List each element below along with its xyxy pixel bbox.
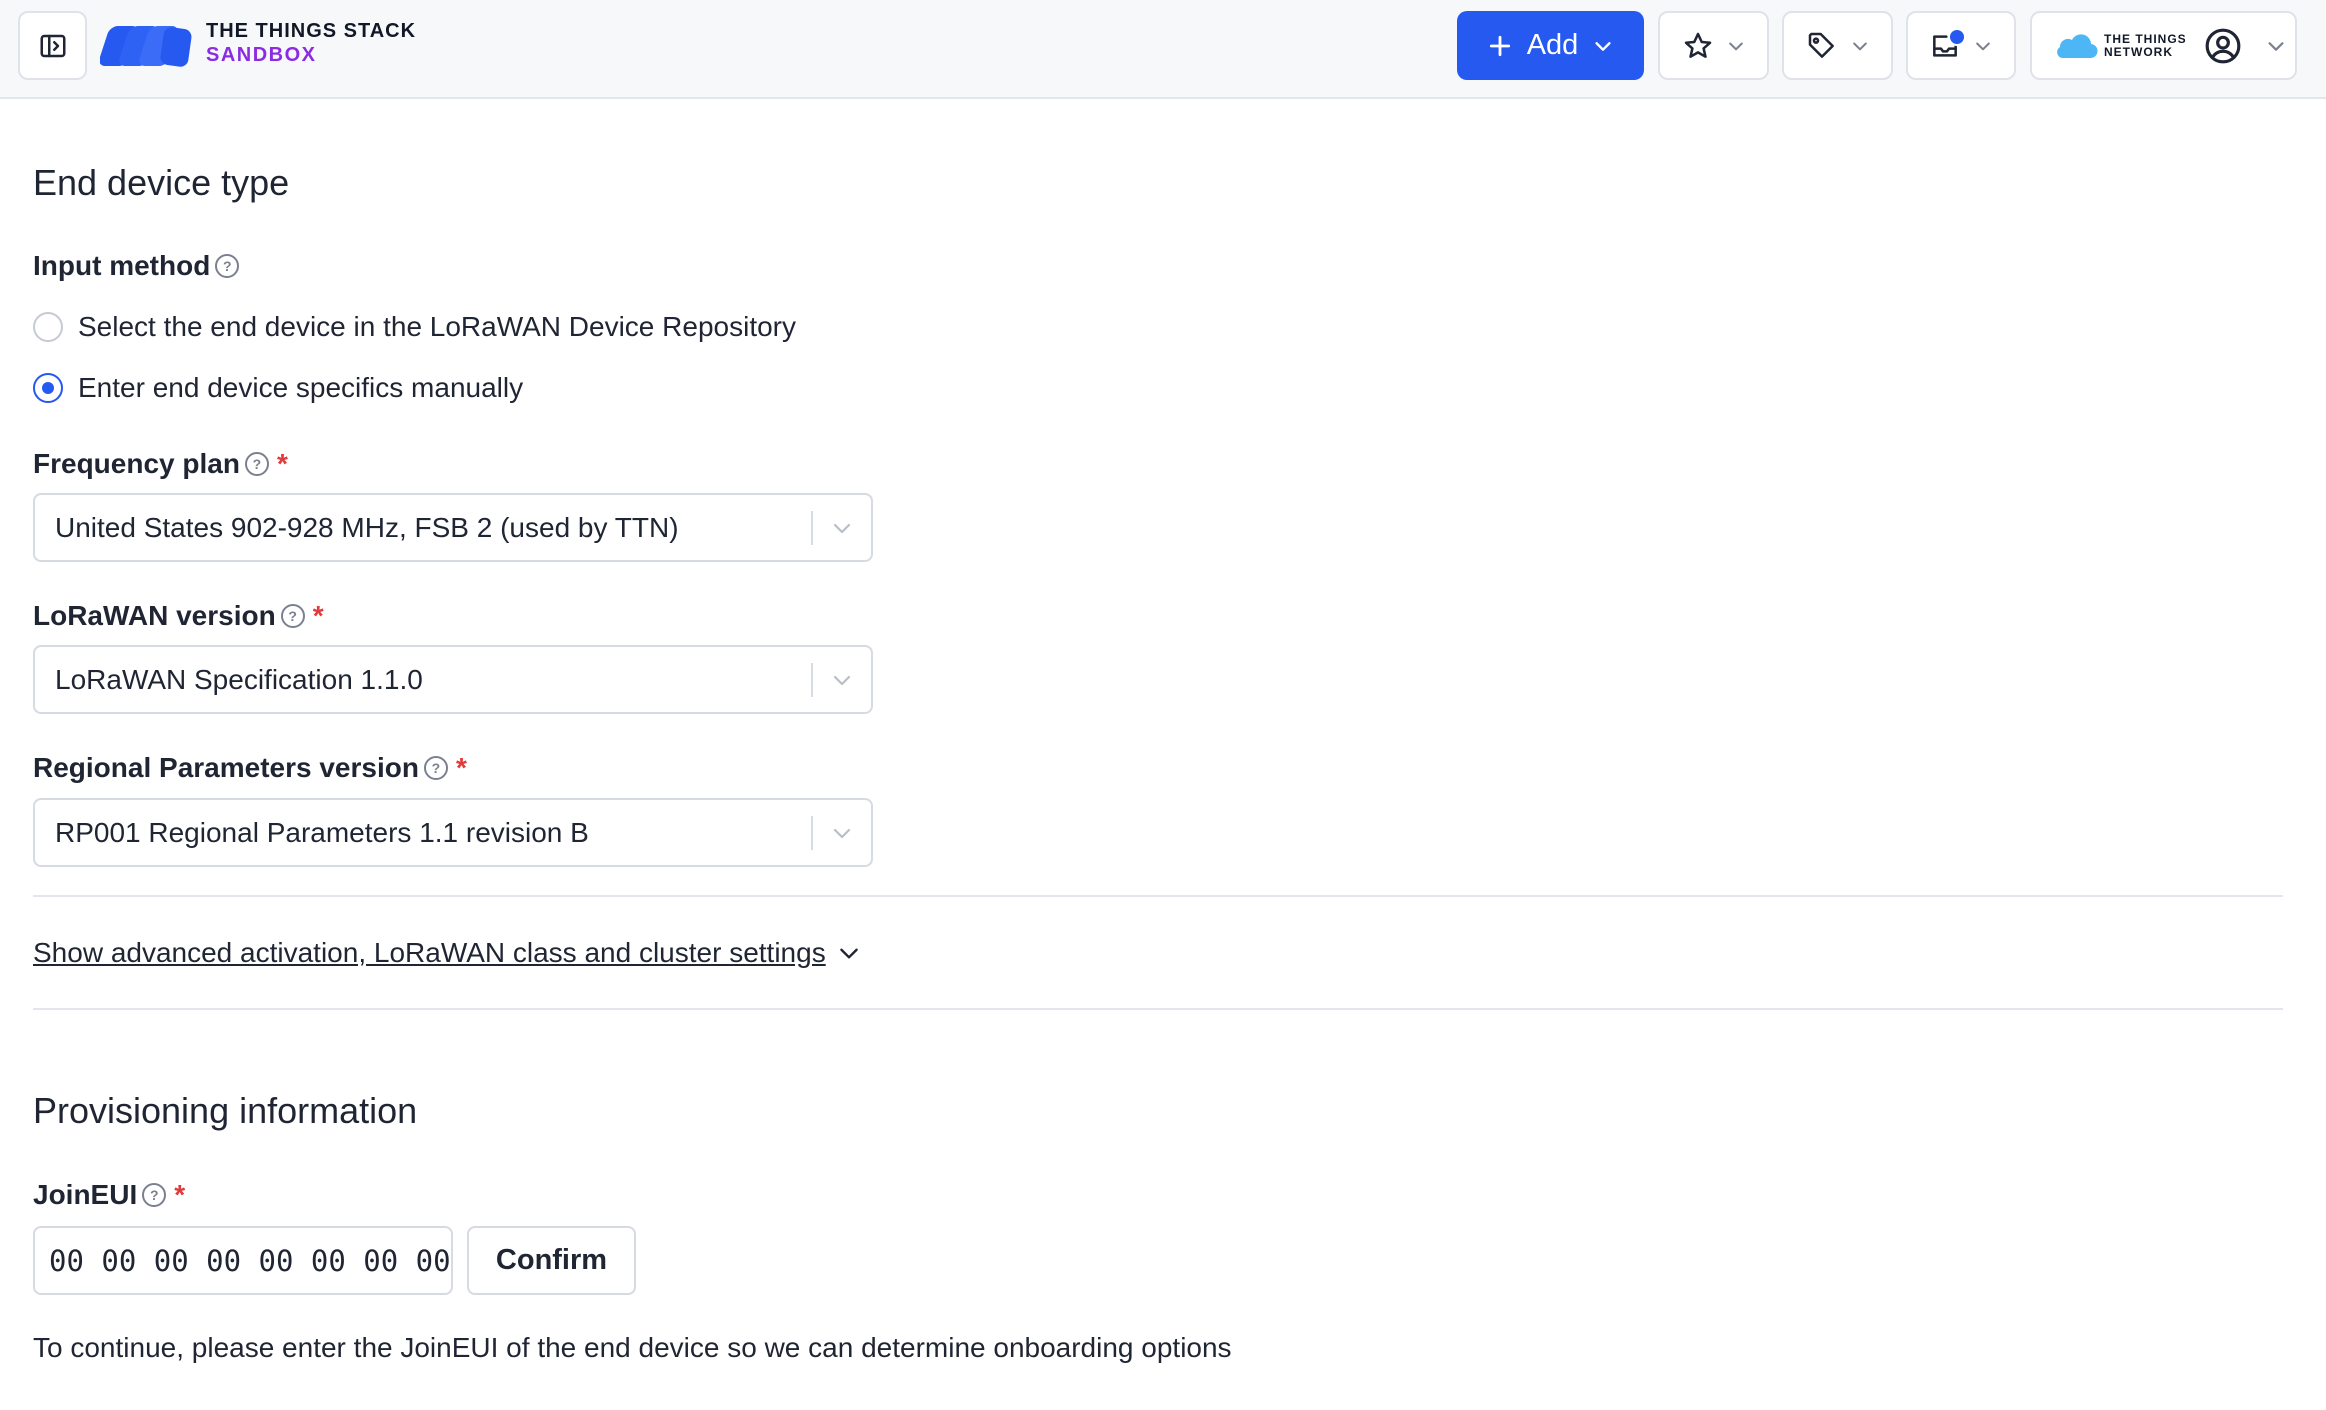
help-icon[interactable]: ? bbox=[280, 604, 305, 628]
chevron-down-icon bbox=[833, 675, 851, 685]
sidebar-toggle-icon bbox=[40, 34, 65, 57]
provisioning-title: Provisioning information bbox=[33, 1090, 418, 1131]
join-eui-hint: To continue, please enter the JoinEUI of… bbox=[33, 1332, 1232, 1363]
join-eui-label: JoinEUI ? * bbox=[33, 1179, 186, 1210]
radio-option-manual[interactable]: Enter end device specifics manually bbox=[33, 372, 523, 404]
help-icon[interactable]: ? bbox=[142, 1183, 167, 1207]
required-marker: * bbox=[455, 752, 467, 783]
regional-parameters-label: Regional Parameters version ? * bbox=[33, 752, 467, 783]
user-circle-icon bbox=[2205, 28, 2241, 63]
chevron-down-icon bbox=[1852, 42, 1867, 50]
required-marker: * bbox=[276, 448, 288, 479]
things-stack-logo bbox=[100, 26, 192, 67]
regional-parameters-select[interactable]: RP001 Regional Parameters 1.1 revision B bbox=[33, 798, 873, 867]
star-icon bbox=[1684, 32, 1711, 58]
section-divider bbox=[33, 1008, 2283, 1010]
top-bar: THE THINGS STACK SANDBOX Add THE THINGS … bbox=[0, 0, 2326, 99]
notifications-menu-button[interactable] bbox=[1906, 11, 2016, 80]
help-icon[interactable]: ? bbox=[244, 452, 269, 476]
lorawan-version-select[interactable]: LoRaWAN Specification 1.1.0 bbox=[33, 645, 873, 714]
chevron-down-icon bbox=[839, 948, 858, 959]
cloud-icon bbox=[2057, 33, 2098, 58]
advanced-settings-toggle[interactable]: Show advanced activation, LoRaWAN class … bbox=[33, 937, 862, 969]
required-marker: * bbox=[312, 600, 324, 631]
tags-menu-button[interactable] bbox=[1782, 11, 1893, 80]
add-button[interactable]: Add bbox=[1457, 11, 1644, 80]
plus-icon bbox=[1489, 35, 1510, 56]
chevron-down-icon bbox=[1728, 42, 1743, 50]
input-method-label: Input method ? bbox=[33, 250, 240, 282]
section-divider bbox=[33, 895, 2283, 897]
add-button-label: Add bbox=[1526, 29, 1579, 61]
tag-icon bbox=[1808, 32, 1834, 58]
confirm-button[interactable]: Confirm bbox=[467, 1226, 636, 1295]
frequency-plan-select[interactable]: United States 902-928 MHz, FSB 2 (used b… bbox=[33, 493, 873, 562]
chevron-down-icon bbox=[833, 828, 851, 838]
chevron-down-icon bbox=[833, 523, 851, 533]
lorawan-version-label: LoRaWAN version ? * bbox=[33, 600, 324, 631]
radio-button[interactable] bbox=[33, 312, 63, 342]
end-device-type-title: End device type bbox=[33, 162, 290, 203]
help-icon[interactable]: ? bbox=[215, 254, 240, 278]
required-marker: * bbox=[174, 1179, 186, 1210]
brand-title[interactable]: THE THINGS STACK SANDBOX bbox=[206, 21, 416, 65]
notification-dot bbox=[1948, 28, 1966, 46]
user-menu-button[interactable]: THE THINGS NETWORK bbox=[2030, 11, 2297, 80]
help-icon[interactable]: ? bbox=[423, 756, 448, 780]
bookmarks-menu-button[interactable] bbox=[1658, 11, 1769, 80]
frequency-plan-label: Frequency plan ? * bbox=[33, 448, 288, 479]
sidebar-toggle-button[interactable] bbox=[18, 11, 87, 80]
chevron-down-icon bbox=[1976, 42, 1990, 50]
brand-environment: SANDBOX bbox=[206, 44, 317, 66]
radio-option-repository[interactable]: Select the end device in the LoRaWAN Dev… bbox=[33, 311, 796, 343]
chevron-down-icon bbox=[2268, 41, 2284, 51]
ttn-logo-text: THE THINGS NETWORK bbox=[2104, 31, 2187, 59]
join-eui-input[interactable] bbox=[33, 1226, 453, 1295]
brand-name: THE THINGS STACK bbox=[206, 20, 417, 42]
chevron-down-icon bbox=[1595, 41, 1611, 51]
radio-button-selected[interactable] bbox=[33, 373, 63, 403]
